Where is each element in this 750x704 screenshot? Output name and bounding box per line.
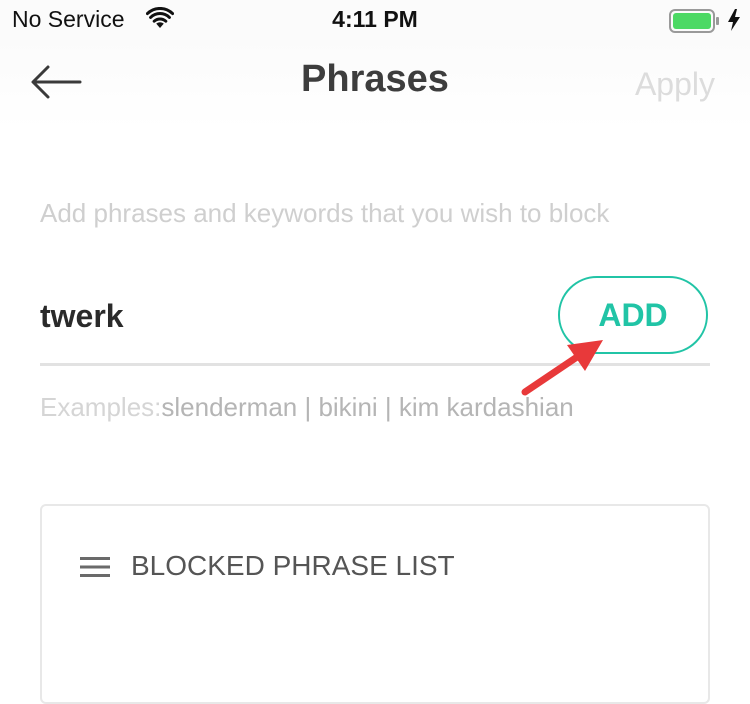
charging-bolt-icon — [728, 9, 740, 31]
clock: 4:11 PM — [332, 6, 418, 32]
examples-text: Examples:slenderman | bikini | kim karda… — [40, 392, 574, 423]
examples-values: slenderman | bikini | kim kardashian — [161, 392, 574, 422]
input-underline — [40, 363, 710, 366]
instructions-text: Add phrases and keywords that you wish t… — [40, 198, 610, 228]
back-button[interactable] — [26, 62, 86, 102]
phrase-input[interactable] — [40, 290, 540, 342]
blocked-list-title: BLOCKED PHRASE LIST — [131, 550, 455, 581]
status-bar: No Service 4:11 PM — [0, 0, 750, 40]
examples-label: Examples: — [40, 392, 162, 422]
battery-icon — [669, 9, 719, 33]
add-button[interactable]: ADD — [558, 276, 708, 354]
back-arrow-icon — [31, 65, 82, 99]
menu-icon — [80, 557, 110, 577]
apply-button[interactable]: Apply — [635, 66, 715, 103]
blocked-phrase-list: BLOCKED PHRASE LIST — [40, 504, 710, 704]
nav-bar: Phrases Apply — [0, 40, 750, 130]
